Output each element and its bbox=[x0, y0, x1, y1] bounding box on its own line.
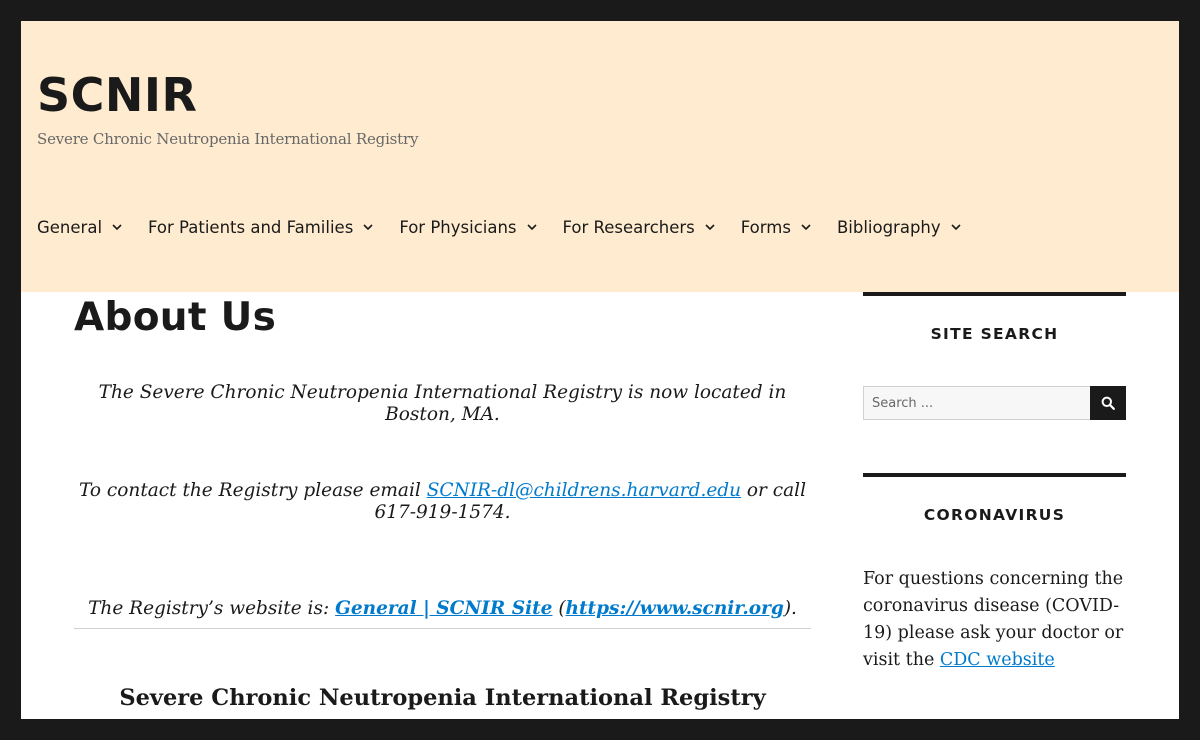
main-navigation: General For Patients and Families For Ph… bbox=[37, 215, 987, 239]
nav-item-physicians[interactable]: For Physicians bbox=[399, 218, 537, 237]
search-form bbox=[863, 386, 1126, 420]
website-paragraph: The Registry’s website is: General | SCN… bbox=[74, 598, 811, 620]
coronavirus-title: CORONAVIRUS bbox=[923, 506, 1066, 524]
chevron-down-icon[interactable] bbox=[526, 221, 538, 233]
nav-item-patients-families[interactable]: For Patients and Families bbox=[148, 218, 374, 237]
nav-item-general[interactable]: General bbox=[37, 218, 123, 237]
widget-divider bbox=[863, 473, 1126, 477]
site-search-title: SITE SEARCH bbox=[930, 325, 1059, 343]
site-title[interactable]: SCNIR bbox=[37, 65, 197, 125]
coronavirus-text: For questions concerning the coronavirus… bbox=[863, 566, 1126, 674]
website-text-before: The Registry’s website is: bbox=[88, 598, 336, 619]
site-home-link[interactable]: General | SCNIR Site bbox=[335, 598, 552, 619]
contact-paragraph: To contact the Registry please email SCN… bbox=[74, 480, 811, 524]
chevron-down-icon[interactable] bbox=[704, 221, 716, 233]
sidebar: SITE SEARCH CORONAVIRUS For questions co… bbox=[863, 292, 1126, 670]
website-text-mid: ( bbox=[552, 598, 566, 619]
website-text-after: ). bbox=[783, 598, 797, 619]
contact-text-before: To contact the Registry please email bbox=[78, 480, 427, 501]
nav-item-label: For Researchers bbox=[562, 217, 695, 237]
search-input[interactable] bbox=[863, 386, 1090, 420]
nav-item-bibliography[interactable]: Bibliography bbox=[837, 218, 962, 237]
location-text: The Severe Chronic Neutropenia Internati… bbox=[98, 382, 787, 425]
page-title: About Us bbox=[74, 295, 277, 340]
chevron-down-icon[interactable] bbox=[362, 221, 374, 233]
chevron-down-icon[interactable] bbox=[800, 221, 812, 233]
nav-item-label: Bibliography bbox=[836, 217, 941, 237]
nav-item-label: Forms bbox=[740, 217, 791, 237]
chevron-down-icon[interactable] bbox=[950, 221, 962, 233]
widget-divider bbox=[863, 292, 1126, 296]
nav-item-researchers[interactable]: For Researchers bbox=[563, 218, 716, 237]
nav-item-label: For Patients and Families bbox=[148, 217, 354, 237]
nav-item-label: For Physicians bbox=[399, 217, 517, 237]
site-header: SCNIR Severe Chronic Neutropenia Interna… bbox=[21, 21, 1179, 292]
nav-item-forms[interactable]: Forms bbox=[741, 218, 812, 237]
cdc-website-link[interactable]: CDC website bbox=[940, 650, 1055, 670]
site-url-link[interactable]: https://www.scnir.org bbox=[566, 598, 784, 619]
location-paragraph: The Severe Chronic Neutropenia Internati… bbox=[74, 382, 811, 426]
search-icon bbox=[1101, 396, 1115, 410]
site-description: Severe Chronic Neutropenia International… bbox=[37, 130, 419, 148]
nav-item-label: General bbox=[37, 217, 103, 237]
content-divider bbox=[74, 628, 811, 629]
registry-subheading: Severe Chronic Neutropenia International… bbox=[119, 685, 766, 711]
email-link[interactable]: SCNIR-dl@childrens.harvard.edu bbox=[427, 480, 741, 501]
chevron-down-icon[interactable] bbox=[111, 221, 123, 233]
search-button[interactable] bbox=[1090, 386, 1126, 420]
page: SCNIR Severe Chronic Neutropenia Interna… bbox=[21, 21, 1179, 719]
